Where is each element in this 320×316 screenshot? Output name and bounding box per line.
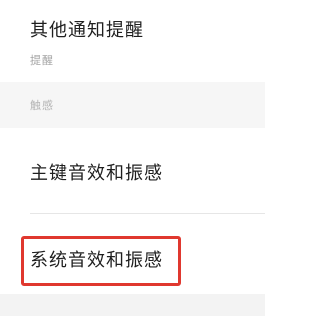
highlight-box bbox=[21, 236, 181, 286]
haptics-section-label: 触感 bbox=[30, 99, 54, 112]
key-sound-vibration-title: 主键音效和振感 bbox=[30, 163, 163, 184]
section-spacer bbox=[0, 294, 265, 316]
haptics-section-header: 触感 bbox=[0, 82, 265, 128]
key-sound-vibration-row[interactable]: 主键音效和振感 bbox=[0, 128, 265, 214]
other-notifications-title: 其他通知提醒 bbox=[30, 20, 144, 41]
other-notifications-subtitle: 提醒 bbox=[30, 54, 54, 67]
settings-page: 其他通知提醒 提醒 触感 主键音效和振感 系统音效和振感 bbox=[0, 0, 265, 316]
other-notifications-row[interactable]: 其他通知提醒 提醒 bbox=[0, 0, 265, 82]
